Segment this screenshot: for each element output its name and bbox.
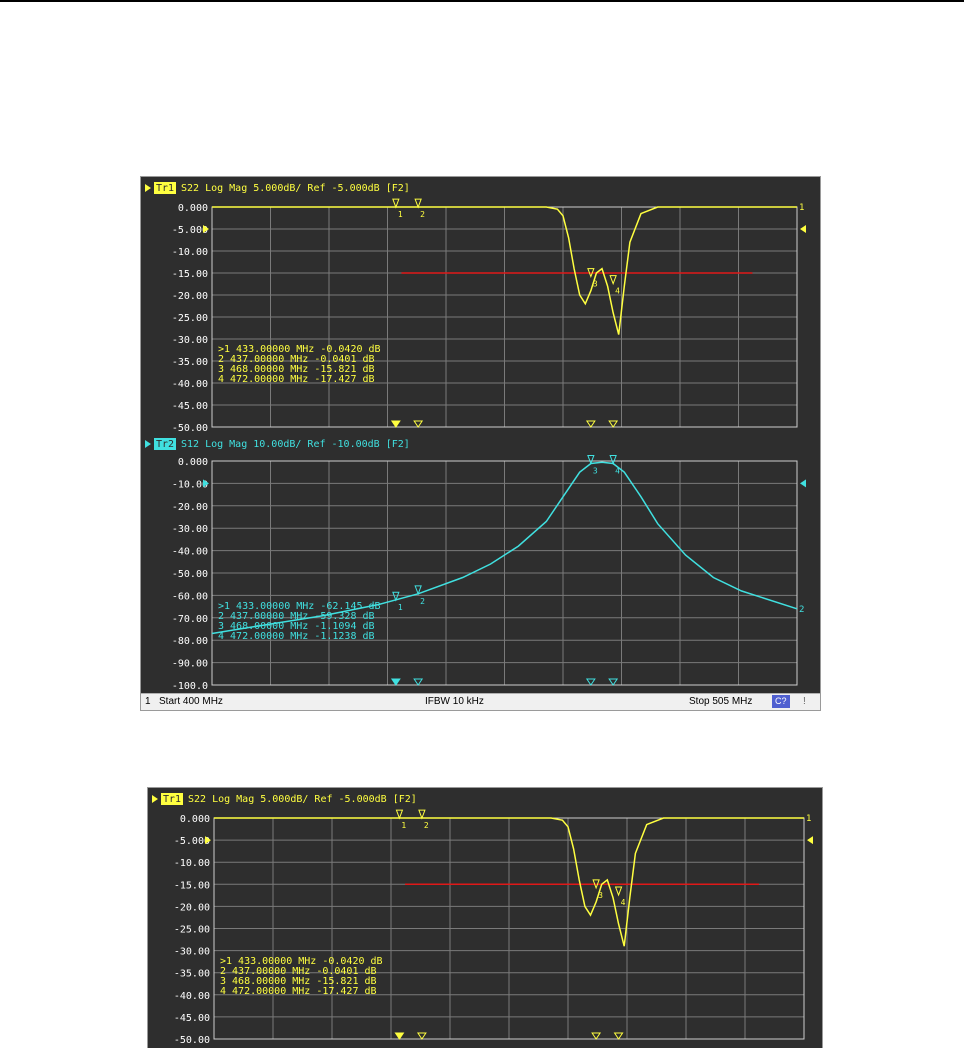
status-bar: 1 Start 400 MHz IFBW 10 kHz Stop 505 MHz… <box>141 693 820 710</box>
marker-triangle-icon[interactable] <box>395 809 404 820</box>
y-tick-label: -15.00 <box>172 269 208 280</box>
stop-frequency[interactable]: Stop 505 MHz <box>689 696 752 707</box>
y-tick-label: -45.00 <box>172 401 208 412</box>
marker-number: 1 <box>398 210 403 219</box>
calibration-badge[interactable]: C? <box>772 695 790 708</box>
y-tick-label: -100.0 <box>172 681 208 692</box>
marker-number: 2 <box>420 597 425 606</box>
trace-header[interactable]: S22 Log Mag 5.000dB/ Ref -5.000dB [F2] <box>181 183 410 194</box>
y-tick-label: -30.00 <box>174 947 210 958</box>
marker-position-arrow-icon[interactable] <box>585 420 596 428</box>
marker-triangle-icon[interactable] <box>418 809 426 820</box>
y-tick-label: -35.00 <box>172 357 208 368</box>
marker-position-arrow-icon[interactable] <box>390 678 401 686</box>
marker-position-arrow-icon[interactable] <box>390 420 401 428</box>
trace-id: Tr1 <box>163 794 181 805</box>
active-trace-arrow-icon <box>145 184 151 192</box>
marker-number: 1 <box>398 603 403 612</box>
marker-triangle-icon[interactable] <box>609 275 617 286</box>
y-tick-label: 0.000 <box>180 814 210 825</box>
marker-number: 2 <box>420 210 425 219</box>
vna-display: Tr1 S22 Log Mag 5.000dB/ Ref -5.000dB [F2… <box>145 182 806 692</box>
y-tick-label: 0.000 <box>178 457 208 468</box>
y-tick-label: -25.00 <box>172 313 208 324</box>
y-tick-label: -80.00 <box>172 636 208 647</box>
y-tick-label: -45.00 <box>174 1013 210 1024</box>
y-tick-label: -50.00 <box>172 423 208 434</box>
trace-header[interactable]: S22 Log Mag 5.000dB/ Ref -5.000dB [F2] <box>188 794 417 805</box>
y-tick-label: -30.00 <box>172 335 208 346</box>
marker-position-arrow-icon[interactable] <box>416 1032 427 1040</box>
y-tick-label: -40.00 <box>174 991 210 1002</box>
active-trace-arrow-icon <box>152 795 158 803</box>
marker-readout: 4 472.00000 MHz -1.1238 dB <box>218 631 375 642</box>
y-tick-label: -25.00 <box>174 925 210 936</box>
y-tick-label: -50.00 <box>174 1035 210 1046</box>
marker-position-arrow-icon[interactable] <box>608 420 619 428</box>
vna-screenshot-full: Tr1 S22 Log Mag 5.000dB/ Ref -5.000dB [F2… <box>140 176 821 711</box>
marker-readout: 4 472.00000 MHz -17.427 dB <box>220 986 377 997</box>
y-tick-label: -10.00 <box>172 479 208 490</box>
trace-id: Tr2 <box>156 439 174 450</box>
panel-s22-copy: Tr1 S22 Log Mag 5.000dB/ Ref -5.000dB [F2… <box>152 793 813 1046</box>
marker-triangle-icon[interactable] <box>392 198 400 209</box>
marker-position-arrow-icon[interactable] <box>413 420 424 428</box>
marker-number: 1 <box>401 821 406 830</box>
marker-triangle-icon[interactable] <box>614 886 623 897</box>
y-tick-label: -20.00 <box>172 502 208 513</box>
marker-position-arrow-icon[interactable] <box>613 1032 624 1040</box>
marker-number: 3 <box>593 466 598 475</box>
y-tick-label: -5.000 <box>172 225 208 236</box>
start-frequency[interactable]: Start 400 MHz <box>159 696 223 707</box>
vna-display-cropped: Tr1 S22 Log Mag 5.000dB/ Ref -5.000dB [F2… <box>152 793 813 1046</box>
y-tick-label: -35.00 <box>174 969 210 980</box>
y-tick-label: -20.00 <box>172 291 208 302</box>
y-tick-label: -20.00 <box>174 902 210 913</box>
channel-number[interactable]: 1 <box>145 696 151 707</box>
reference-level-arrow-right-icon[interactable] <box>800 225 806 233</box>
marker-number: 4 <box>615 467 620 476</box>
page-top-rule <box>0 0 964 2</box>
marker-number: 3 <box>598 891 603 900</box>
trace-end-label: 1 <box>806 814 811 824</box>
y-tick-label: 0.000 <box>178 203 208 214</box>
y-tick-label: -40.00 <box>172 547 208 558</box>
y-tick-label: -50.00 <box>172 569 208 580</box>
active-trace-arrow-icon <box>145 440 151 448</box>
marker-triangle-icon[interactable] <box>414 198 422 209</box>
vna-screenshot-cropped: Tr1 S22 Log Mag 5.000dB/ Ref -5.000dB [F2… <box>147 787 823 1048</box>
panel-s12: Tr2 S12 Log Mag 10.00dB/ Ref -10.00dB [F2… <box>145 438 806 692</box>
marker-triangle-icon[interactable] <box>609 455 617 465</box>
y-tick-label: -40.00 <box>172 379 208 390</box>
marker-position-arrow-icon[interactable] <box>591 1032 602 1040</box>
reference-level-arrow-right-icon[interactable] <box>800 479 806 488</box>
marker-position-arrow-icon[interactable] <box>608 678 619 686</box>
y-tick-label: -10.00 <box>174 858 210 869</box>
reference-level-arrow-right-icon[interactable] <box>807 836 813 845</box>
y-tick-label: -10.00 <box>172 247 208 258</box>
trace-end-label: 1 <box>799 203 804 213</box>
marker-readout: 4 472.00000 MHz -17.427 dB <box>218 374 375 385</box>
y-tick-label: -90.00 <box>172 659 208 670</box>
trace-header[interactable]: S12 Log Mag 10.00dB/ Ref -10.00dB [F2] <box>181 439 410 450</box>
marker-number: 3 <box>593 280 598 289</box>
if-bandwidth[interactable]: IFBW 10 kHz <box>425 696 484 707</box>
status-indicator: ! <box>803 696 806 707</box>
marker-number: 4 <box>621 898 626 907</box>
marker-position-arrow-icon[interactable] <box>394 1032 405 1040</box>
marker-position-arrow-icon[interactable] <box>413 678 424 686</box>
marker-triangle-icon[interactable] <box>587 454 595 465</box>
marker-number: 2 <box>424 821 429 830</box>
y-tick-label: -70.00 <box>172 614 208 625</box>
y-tick-label: -60.00 <box>172 591 208 602</box>
marker-position-arrow-icon[interactable] <box>585 678 596 686</box>
marker-number: 4 <box>615 287 620 296</box>
y-tick-label: -15.00 <box>174 880 210 891</box>
y-tick-label: -5.000 <box>174 836 210 847</box>
trace-id: Tr1 <box>156 183 174 194</box>
y-tick-label: -30.00 <box>172 524 208 535</box>
panel-s22: Tr1 S22 Log Mag 5.000dB/ Ref -5.000dB [F2… <box>145 182 806 434</box>
trace-end-label: 2 <box>799 605 804 615</box>
